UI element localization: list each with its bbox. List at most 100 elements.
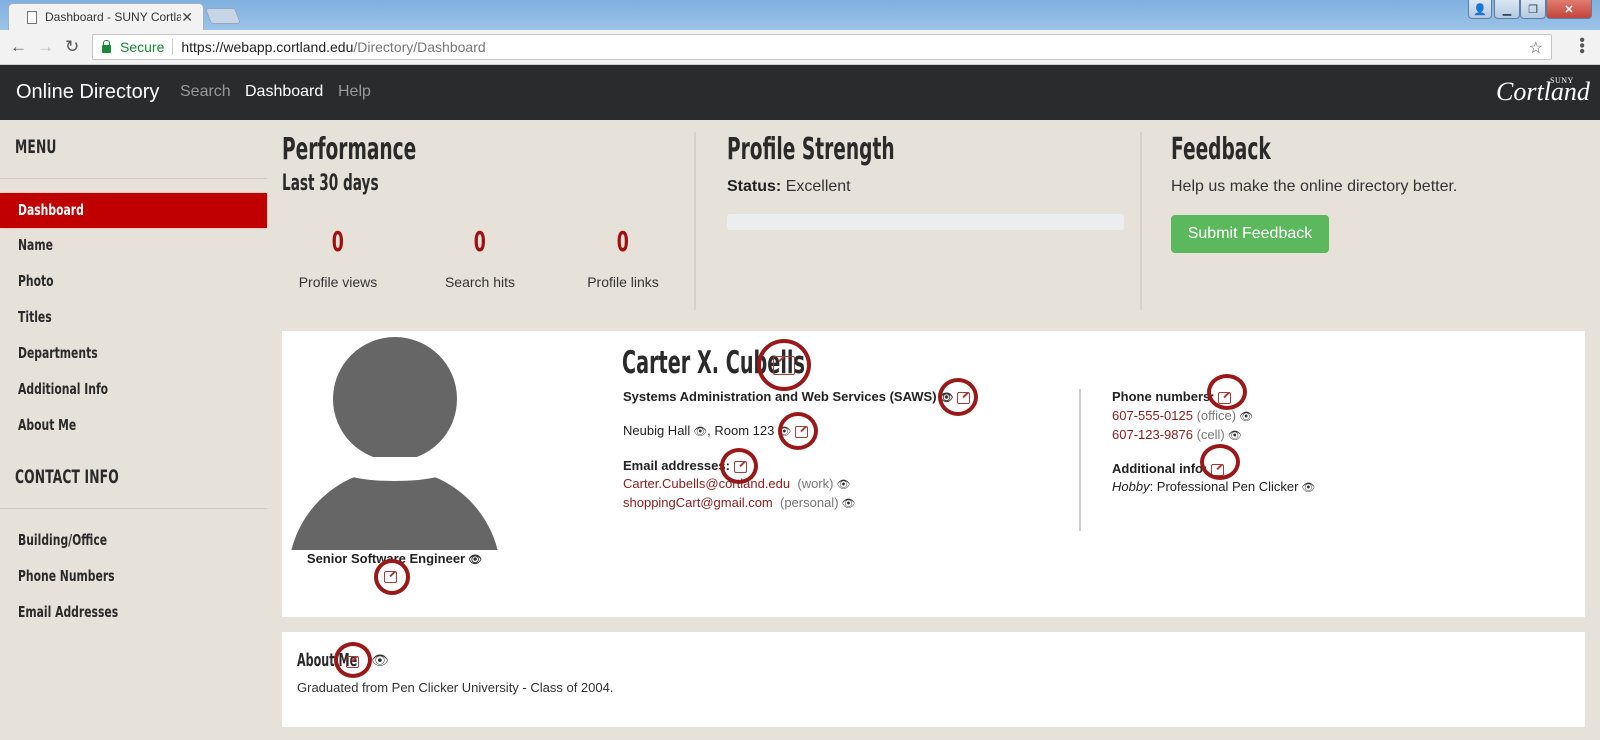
stat-value: 0: [331, 225, 345, 258]
browser-tab[interactable]: Dashboard - SUNY Cortla ✕: [8, 3, 204, 30]
sidebar-item-label: Titles: [18, 308, 52, 326]
nav-link-search[interactable]: Search: [180, 83, 231, 101]
edit-office-icon[interactable]: [794, 425, 808, 438]
url-text[interactable]: https://webapp.cortland.edu/Directory/Da…: [173, 39, 485, 55]
email-link[interactable]: shoppingCart@gmail.com: [623, 495, 773, 510]
avatar-placeholder[interactable]: [288, 337, 501, 550]
stat-label: Profile links: [587, 274, 659, 290]
sidebar-item-additional-info[interactable]: Additional Info: [0, 372, 267, 407]
department-name: Systems Administration and Web Services …: [623, 389, 937, 404]
status-label: Status:: [727, 178, 782, 195]
visibility-eye-icon[interactable]: 👁: [940, 391, 954, 404]
sidebar-item-photo[interactable]: Photo: [0, 264, 267, 299]
email-link[interactable]: Carter.Cubells@cortland.edu: [623, 476, 790, 491]
new-tab-button[interactable]: [205, 8, 241, 24]
sidebar-item-about-me[interactable]: About Me: [0, 408, 267, 443]
panel-divider: [694, 132, 696, 310]
sidebar-item-departments[interactable]: Departments: [0, 336, 267, 371]
email-type: (personal): [780, 495, 839, 510]
address-bar[interactable]: Secure https://webapp.cortland.edu/Direc…: [92, 34, 1552, 60]
visibility-eye-icon[interactable]: 👁: [836, 478, 850, 491]
job-title-line: Senior Software Engineer 👁: [282, 551, 507, 566]
user-profile-icon[interactable]: 👤: [1468, 0, 1492, 19]
visibility-eye-icon[interactable]: 👁: [468, 553, 482, 566]
bookmark-star-icon[interactable]: ☆: [1529, 38, 1543, 58]
email-heading-line: Email addresses:: [623, 458, 747, 473]
back-arrow-icon[interactable]: ←: [10, 37, 27, 57]
stat-value: 0: [473, 225, 487, 258]
logo-suny: SUNY: [1550, 76, 1574, 85]
profile-status: Status: Excellent: [727, 178, 851, 196]
visibility-eye-icon[interactable]: 👁: [1228, 429, 1242, 442]
sidebar-item-titles[interactable]: Titles: [0, 300, 267, 335]
close-tab-icon[interactable]: ✕: [181, 9, 193, 26]
edit-name-icon[interactable]: [773, 356, 795, 375]
visibility-eye-icon[interactable]: 👁: [693, 425, 707, 438]
edit-phone-icon[interactable]: [1218, 391, 1232, 404]
profile-strength-title: Profile Strength: [727, 132, 895, 167]
menu-divider: [0, 178, 267, 179]
nav-link-help[interactable]: Help: [338, 83, 371, 101]
stat-label: Search hits: [444, 274, 516, 290]
phone-type: (office): [1196, 408, 1237, 423]
additional-info-value: : Professional Pen Clicker: [1149, 479, 1299, 494]
profile-card: Senior Software Engineer 👁 Carter X. Cube…: [282, 331, 1585, 617]
sidebar-item-label: Name: [18, 236, 53, 254]
additional-info-key: Hobby: [1112, 479, 1150, 494]
forward-arrow-icon[interactable]: →: [37, 37, 54, 57]
email-heading: Email addresses:: [623, 458, 730, 473]
sidebar-item-building-office[interactable]: Building/Office: [0, 523, 267, 558]
submit-feedback-button[interactable]: Submit Feedback: [1171, 215, 1329, 253]
edit-email-icon[interactable]: [733, 460, 747, 473]
job-title: Senior Software Engineer: [306, 551, 466, 566]
nav-link-dashboard[interactable]: Dashboard: [245, 83, 323, 101]
stat-profile-views: 0 Profile views: [278, 225, 398, 290]
phone-link[interactable]: 607-555-0125: [1112, 408, 1193, 423]
sidebar-item-label: Photo: [18, 272, 54, 290]
phone-heading: Phone numbers:: [1112, 389, 1215, 404]
edit-title-icon[interactable]: [384, 571, 397, 583]
sidebar-item-email-addresses[interactable]: Email Addresses: [0, 595, 267, 630]
about-me-card: About Me 👁 Graduated from Pen Clicker Un…: [282, 632, 1585, 727]
sidebar-item-phone-numbers[interactable]: Phone Numbers: [0, 559, 267, 594]
about-me-text: Graduated from Pen Clicker University - …: [297, 680, 614, 695]
minimize-button[interactable]: ▁: [1494, 0, 1520, 19]
url-host: https://webapp.cortland.edu: [181, 39, 354, 55]
sidebar-item-label: Email Addresses: [18, 603, 119, 621]
sidebar-item-label: About Me: [18, 416, 77, 434]
logo-main: Cortland: [1496, 77, 1590, 106]
menu-heading: MENU: [15, 136, 57, 158]
email-row: shoppingCart@gmail.com (personal) 👁: [623, 495, 856, 510]
visibility-eye-icon[interactable]: 👁: [777, 425, 791, 438]
phone-type: (cell): [1196, 427, 1225, 442]
visibility-eye-icon[interactable]: 👁: [842, 497, 856, 510]
avatar-body: [288, 469, 501, 550]
brand-title[interactable]: Online Directory: [16, 81, 159, 104]
edit-department-icon[interactable]: [957, 391, 971, 404]
visibility-eye-icon[interactable]: 👁: [1301, 481, 1315, 494]
avatar-neck-gap: [338, 457, 451, 481]
sidebar-item-label: Phone Numbers: [18, 567, 115, 585]
phone-row: 607-555-0125 (office) 👁: [1112, 408, 1253, 423]
tab-title: Dashboard - SUNY Cortla: [45, 10, 182, 24]
additional-info-heading: Additional info:: [1112, 461, 1208, 476]
room: , Room 123: [707, 423, 775, 438]
sidebar: MENU Dashboard Name Photo Titles Departm…: [0, 120, 267, 740]
additional-info-heading-line: Additional info:: [1112, 461, 1224, 476]
restore-button[interactable]: ❐: [1520, 0, 1546, 19]
office-line: Neubig Hall 👁, Room 123 👁: [623, 423, 808, 438]
feedback-text: Help us make the online directory better…: [1171, 178, 1458, 195]
secure-label: Secure: [120, 39, 174, 55]
sidebar-item-dashboard[interactable]: Dashboard: [0, 193, 267, 228]
contact-info-heading: CONTACT INFO: [15, 466, 119, 488]
visibility-eye-icon[interactable]: 👁: [1239, 410, 1253, 423]
status-value: Excellent: [785, 178, 851, 195]
sidebar-item-name[interactable]: Name: [0, 228, 267, 263]
visibility-eye-icon[interactable]: 👁: [371, 652, 389, 669]
browser-menu-icon[interactable]: •••: [1573, 37, 1590, 54]
close-window-button[interactable]: ✕: [1546, 0, 1592, 19]
edit-about-icon[interactable]: [346, 656, 359, 668]
reload-icon[interactable]: ↻: [65, 37, 79, 57]
phone-link[interactable]: 607-123-9876: [1112, 427, 1193, 442]
edit-additional-info-icon[interactable]: [1210, 463, 1224, 476]
